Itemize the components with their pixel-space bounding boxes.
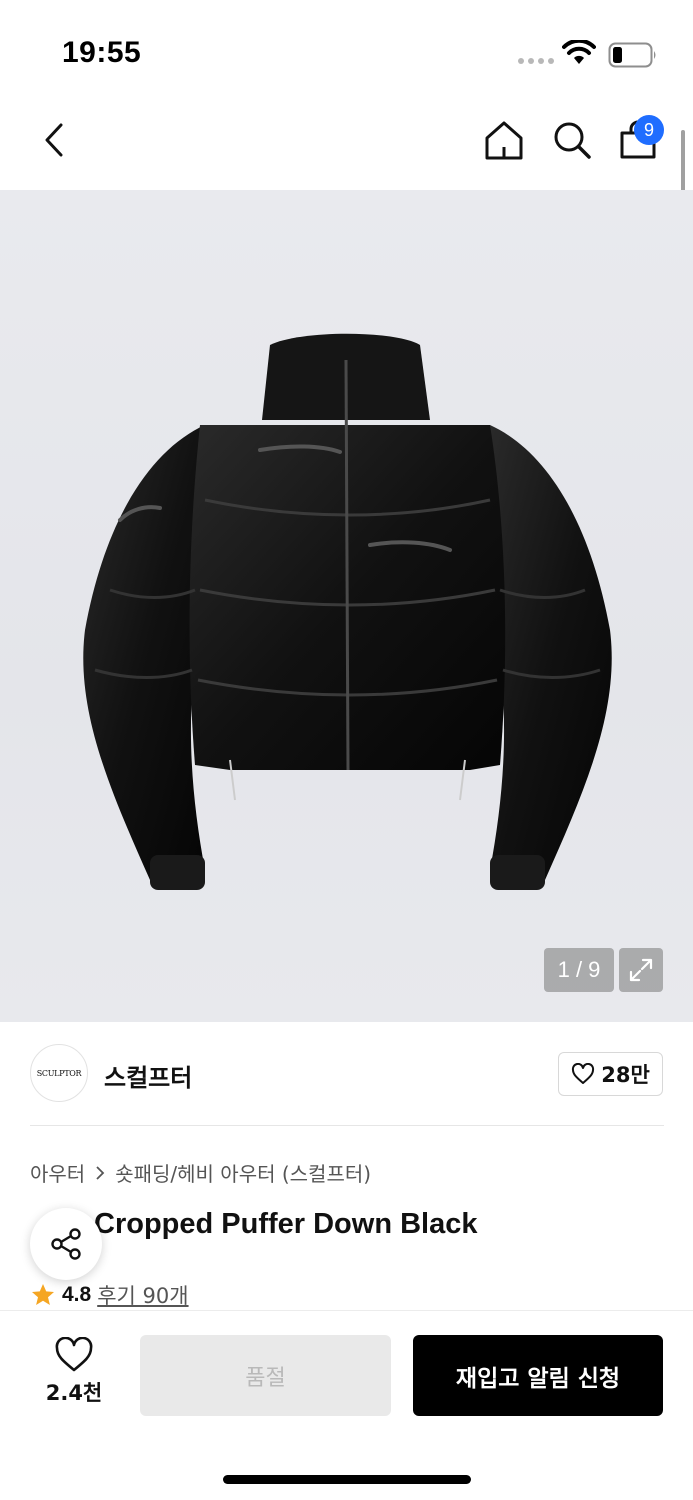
heart-outline-icon [55, 1337, 93, 1372]
expand-button[interactable] [619, 948, 663, 992]
home-icon [485, 121, 523, 160]
product-title-text: Cropped Puffer Down Black [94, 1208, 478, 1240]
brand-like-count: 28만 [601, 1063, 650, 1087]
wifi-icon [562, 40, 596, 64]
home-indicator [223, 1475, 471, 1484]
top-nav [0, 100, 693, 190]
search-button[interactable] [550, 118, 594, 162]
status-time: 19:55 [62, 36, 142, 69]
bottom-action-bar: 2.4천 품절 재입고 알림 신청 [0, 1310, 693, 1500]
signal-icon [518, 58, 554, 64]
cart-count-badge: 9 [634, 115, 664, 145]
brand-logo[interactable]: SCULPTOR [30, 1044, 88, 1102]
product-photo [83, 333, 612, 890]
battery-icon [608, 42, 656, 68]
breadcrumb: 아우터 숏패딩/헤비 아우터 (스컬프터) [30, 1158, 371, 1187]
brand-like-button[interactable]: 28만 [558, 1052, 663, 1096]
heart-outline-icon [572, 1063, 595, 1084]
brand-name[interactable]: 스컬프터 [104, 1058, 192, 1093]
divider [30, 1125, 664, 1126]
home-button[interactable] [482, 118, 526, 162]
image-counter: 1 / 9 [544, 948, 614, 992]
status-bar: 19:55 [0, 0, 693, 100]
restock-alert-button[interactable]: 재입고 알림 신청 [413, 1335, 663, 1416]
share-icon [51, 1228, 81, 1260]
search-icon [554, 122, 591, 159]
wishlist-count: 2.4천 [45, 1381, 103, 1405]
soldout-button[interactable]: 품절 [140, 1335, 391, 1416]
expand-icon [629, 958, 653, 982]
brand-row: SCULPTOR 스컬프터 28만 [0, 1022, 693, 1126]
rating-row: 4.8 후기 90개 [30, 1280, 189, 1310]
share-button[interactable] [30, 1208, 102, 1280]
back-button[interactable] [34, 120, 74, 160]
chevron-right-icon [96, 1165, 105, 1180]
product-image-gallery[interactable]: 1 / 9 [0, 190, 693, 1022]
wishlist-button[interactable]: 2.4천 [36, 1337, 112, 1411]
brand-logo-text: SCULPTOR [36, 1068, 82, 1078]
review-link[interactable]: 후기 90개 [97, 1280, 188, 1310]
star-icon [32, 1284, 54, 1305]
chevron-left-icon [45, 123, 63, 157]
breadcrumb-item-outer[interactable]: 아우터 [30, 1158, 85, 1187]
rating-value: 4.8 [62, 1283, 92, 1306]
breadcrumb-item-category[interactable]: 숏패딩/헤비 아우터 (스컬프터) [115, 1158, 371, 1187]
